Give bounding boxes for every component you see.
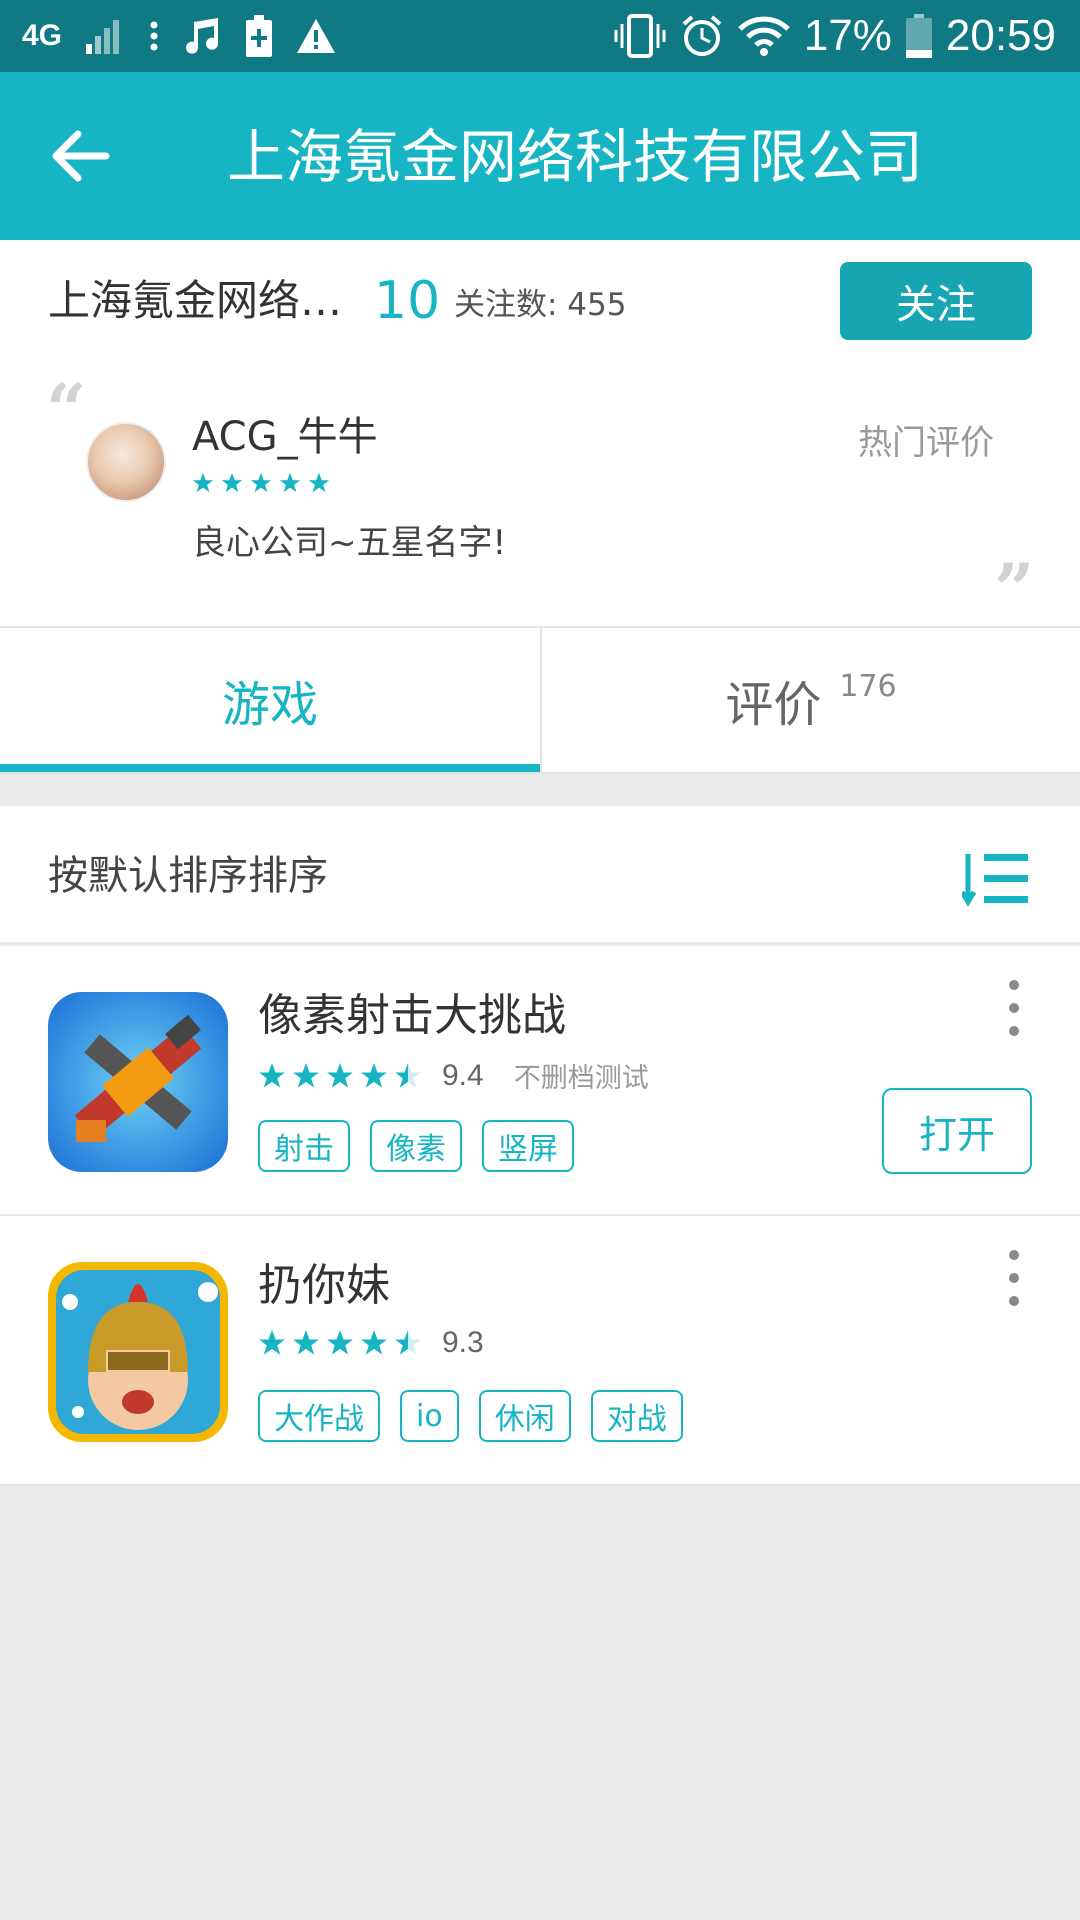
clock: 20:59 (945, 11, 1056, 60)
tag[interactable]: 射击 (258, 1120, 350, 1172)
network-label: 4G (22, 19, 63, 52)
star-icon (250, 472, 272, 493)
game-status: 不删档测试 (513, 1063, 649, 1094)
star-row (258, 1329, 422, 1357)
tag[interactable]: 对战 (590, 1390, 683, 1442)
tag[interactable]: 像素 (370, 1120, 462, 1172)
star-icon (395, 1062, 421, 1088)
warning-icon (297, 19, 336, 53)
tag-list: 大作战 io 休闲 对战 (258, 1390, 683, 1442)
tag[interactable]: 竖屏 (482, 1120, 574, 1172)
music-note-icon (186, 18, 219, 54)
tab-reviews-label: 评价 (725, 677, 822, 733)
star-icon (361, 1062, 387, 1088)
vibrate-icon (614, 14, 666, 58)
star-icon (293, 1330, 319, 1355)
hot-review-label: 热门评价 (858, 423, 994, 463)
company-name: 上海氪金网络… (48, 276, 343, 325)
game-row[interactable]: 扔你妹 9.3 大作战 io 休闲 对战 (0, 1216, 1080, 1486)
more-vertical-icon (150, 21, 158, 51)
star-icon (259, 1062, 285, 1088)
battery-icon (905, 14, 932, 58)
game-icon-pixel-gun[interactable] (48, 992, 228, 1172)
tag-list: 射击 像素 竖屏 (258, 1120, 574, 1172)
status-right: 17% 20:59 (614, 10, 1056, 62)
back-arrow-icon[interactable] (48, 124, 112, 188)
sort-bar[interactable]: 按默认排序排序 (0, 806, 1080, 944)
review-rating (192, 472, 330, 494)
game-name[interactable]: 像素射击大挑战 (258, 986, 566, 1046)
star-row (258, 1062, 422, 1090)
tab-bar: 游戏 评价 176 (0, 626, 1080, 774)
status-bar: 4G 17% 20:59 (0, 0, 1080, 72)
game-icon-spartan[interactable] (48, 1262, 228, 1442)
tab-games-label: 游戏 (221, 677, 318, 733)
review-text: 良心公司~五星名字! (192, 523, 507, 563)
follow-button[interactable]: 关注 (840, 262, 1032, 340)
game-rating: 9.4 不删档测试 (258, 1056, 649, 1095)
open-button[interactable]: 打开 (882, 1088, 1032, 1174)
game-row[interactable]: 像素射击大挑战 9.4 不删档测试 射击 像素 竖屏 打开 (0, 946, 1080, 1216)
game-score: 9.4 (442, 1058, 484, 1092)
star-icon (308, 472, 330, 493)
signal-icon (86, 20, 120, 54)
tab-reviews[interactable]: 评价 176 (540, 628, 1080, 772)
star-icon (361, 1330, 387, 1355)
wifi-icon (738, 16, 790, 56)
app-bar: 上海氪金网络科技有限公司 (0, 72, 1080, 240)
game-list: 像素射击大挑战 9.4 不删档测试 射击 像素 竖屏 打开 扔你妹 9.3 大作… (0, 946, 1080, 1486)
tag[interactable]: io (400, 1390, 459, 1442)
reviewer-name[interactable]: ACG_牛牛 (192, 412, 378, 462)
sort-label: 按默认排序排序 (48, 853, 328, 899)
game-rating: 9.3 (258, 1326, 484, 1360)
star-icon (293, 1062, 319, 1088)
tag[interactable]: 大作战 (258, 1390, 380, 1442)
star-icon (221, 472, 243, 493)
more-options-icon[interactable] (1004, 980, 1024, 1036)
sort-icon[interactable] (962, 852, 1030, 906)
game-count: 10 (374, 271, 441, 331)
follower-count: 关注数: 455 (454, 287, 627, 323)
tab-reviews-count: 176 (839, 668, 897, 704)
quote-close-icon: ” (994, 548, 1035, 631)
tab-indicator (0, 764, 540, 772)
alarm-icon (682, 15, 722, 56)
star-icon (395, 1330, 421, 1355)
battery-charging-icon (246, 15, 273, 57)
avatar[interactable] (86, 422, 166, 502)
star-icon (327, 1062, 353, 1088)
game-name[interactable]: 扔你妹 (258, 1256, 390, 1316)
company-header: 上海氪金网络… 10 关注数: 455 关注 “ ACG_牛牛 热门评价 良心公… (0, 240, 1080, 626)
star-icon (279, 472, 301, 493)
star-icon (192, 472, 214, 493)
status-left: 4G (22, 12, 336, 60)
star-icon (327, 1330, 353, 1355)
tab-games[interactable]: 游戏 (0, 628, 540, 772)
tag[interactable]: 休闲 (478, 1390, 571, 1442)
battery-percent: 17% (803, 11, 892, 60)
game-score: 9.3 (442, 1326, 484, 1359)
star-icon (259, 1330, 285, 1355)
more-options-icon[interactable] (1004, 1250, 1024, 1306)
quote-open-icon: “ (46, 368, 87, 451)
page-title: 上海氪金网络科技有限公司 (226, 123, 923, 191)
